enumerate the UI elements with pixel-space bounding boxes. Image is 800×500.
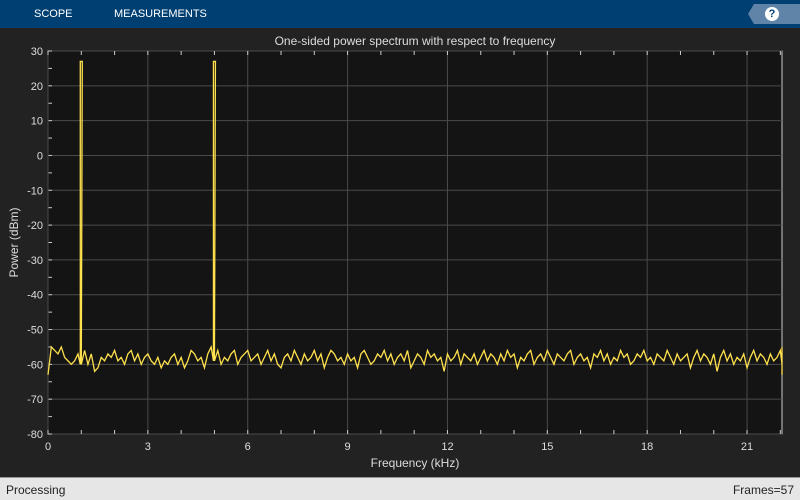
x-tick-label: 15 — [541, 441, 553, 453]
y-tick-label: -20 — [27, 220, 43, 232]
frame-count: Frames=57 — [732, 483, 794, 497]
plot-area — [47, 50, 783, 435]
y-tick-label: -60 — [27, 359, 43, 371]
x-tick-label: 12 — [441, 441, 453, 453]
y-tick-label: -70 — [27, 394, 43, 406]
x-axis-label: Frequency (kHz) — [371, 456, 460, 470]
x-tick-label: 0 — [45, 441, 51, 453]
help-button[interactable]: ? — [748, 4, 800, 24]
y-tick-label: -30 — [27, 255, 43, 267]
status-text: Processing — [6, 483, 66, 497]
chart-title: One-sided power spectrum with respect to… — [275, 34, 556, 48]
y-tick-label: -80 — [27, 429, 43, 441]
y-tick-label: -10 — [27, 185, 43, 197]
toolstrip: SCOPE MEASUREMENTS ? — [0, 0, 800, 28]
x-tick-label: 3 — [145, 441, 151, 453]
y-tick-label: 20 — [31, 81, 43, 93]
tab-scope[interactable]: SCOPE — [34, 8, 73, 20]
y-tick-label: 0 — [37, 150, 43, 162]
x-tick-label: 18 — [641, 441, 653, 453]
status-bar: Processing Frames=57 — [0, 477, 800, 500]
tab-measurements[interactable]: MEASUREMENTS — [114, 8, 207, 20]
help-icon: ? — [765, 7, 779, 21]
y-tick-label: -50 — [27, 325, 43, 337]
spectrum-plot: 3020100-10-20-30-40-50-60-70-800 3 6 9 12 15 1… — [7, 34, 783, 470]
y-tick-label: -40 — [27, 290, 43, 302]
x-tick-label: 6 — [245, 441, 251, 453]
y-tick-label: 30 — [31, 46, 43, 58]
x-tick-label: 21 — [741, 441, 753, 453]
y-tick-label: 10 — [31, 116, 43, 128]
x-tick-label: 9 — [345, 441, 351, 453]
y-axis-label: Power (dBm) — [7, 207, 21, 277]
